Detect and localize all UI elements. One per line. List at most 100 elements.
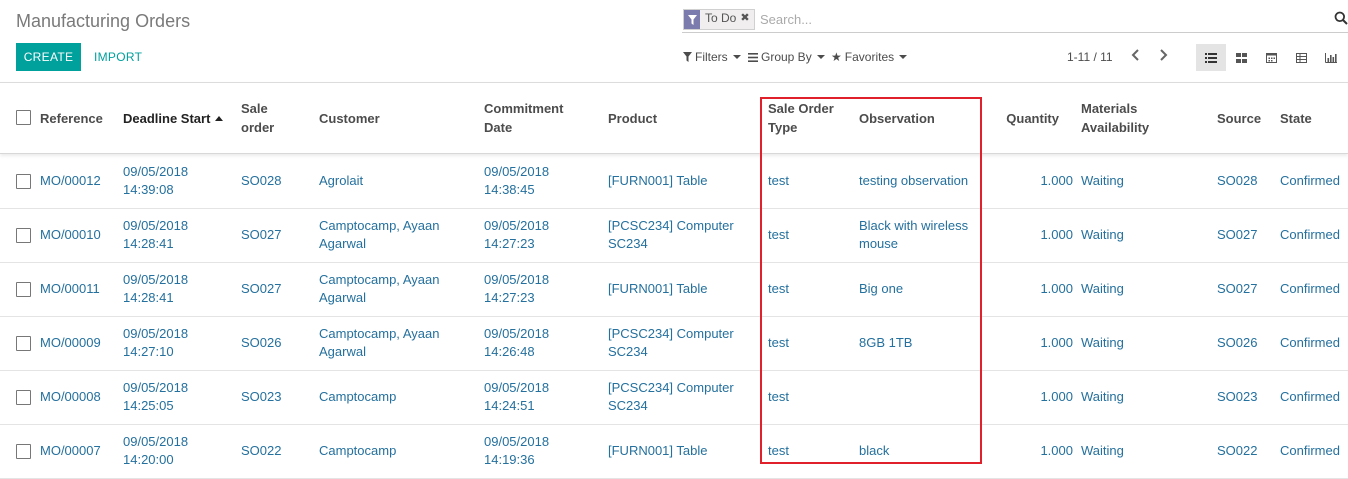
cell-quantity: 1.000 bbox=[1040, 173, 1073, 188]
deadline-time: 14:28:41 bbox=[123, 290, 174, 305]
cell-commitment-date: 09/05/2018 14:38:45 bbox=[484, 163, 549, 199]
select-all-checkbox[interactable] bbox=[16, 110, 31, 125]
page-title: Manufacturing Orders bbox=[16, 11, 191, 31]
column-header-source[interactable]: Source bbox=[1217, 109, 1261, 128]
caret-down-icon bbox=[816, 55, 825, 59]
cell-deadline-start: 09/05/2018 14:25:05 bbox=[123, 379, 188, 415]
pager-value[interactable]: 1-11 / 11 bbox=[1067, 50, 1113, 64]
commitment-label-1: Commitment bbox=[484, 101, 564, 116]
search-input[interactable] bbox=[760, 10, 1320, 28]
cell-state: Confirmed bbox=[1280, 335, 1340, 350]
cell-deadline-start: 09/05/2018 14:20:00 bbox=[123, 433, 188, 469]
list-view-icon[interactable] bbox=[1196, 44, 1226, 71]
cell-state: Confirmed bbox=[1280, 389, 1340, 404]
cell-deadline-start: 09/05/2018 14:39:08 bbox=[123, 163, 188, 199]
column-header-quantity[interactable]: Quantity bbox=[990, 109, 1059, 128]
product-line-1: [FURN001] Table bbox=[608, 281, 708, 296]
column-header-product[interactable]: Product bbox=[608, 109, 657, 128]
row-checkbox[interactable] bbox=[16, 174, 31, 189]
cell-customer: Camptocamp bbox=[319, 388, 396, 406]
row-checkbox[interactable] bbox=[16, 282, 31, 297]
table-row[interactable]: MO/00009 09/05/2018 14:27:10 SO026 Campto… bbox=[0, 316, 1348, 371]
filters-label: Filters bbox=[695, 50, 728, 64]
cell-state: Confirmed bbox=[1280, 173, 1340, 188]
commitment-date: 09/05/2018 bbox=[484, 326, 550, 341]
filter-icon bbox=[684, 10, 700, 29]
control-panel: Manufacturing Orders CREATE IMPORT To Do… bbox=[0, 0, 1348, 83]
filters-dropdown[interactable]: Filters bbox=[683, 50, 741, 64]
cell-sale-order: SO027 bbox=[241, 227, 282, 242]
cell-reference: MO/00007 bbox=[40, 443, 101, 458]
cell-materials-availability: Waiting bbox=[1081, 443, 1124, 458]
deadline-time: 14:39:08 bbox=[123, 182, 174, 197]
column-header-observation[interactable]: Observation bbox=[859, 109, 935, 128]
observation-line-1: testing observation bbox=[859, 173, 969, 188]
cell-sale-order-type: test bbox=[768, 173, 789, 188]
product-line-2: SC234 bbox=[608, 236, 648, 251]
customer-line-2: Agarwal bbox=[319, 290, 366, 305]
table-row[interactable]: MO/00007 09/05/2018 14:20:00 SO022 Campto… bbox=[0, 424, 1348, 479]
table-row[interactable]: MO/00011 09/05/2018 14:28:41 SO027 Campto… bbox=[0, 262, 1348, 317]
import-button[interactable]: IMPORT bbox=[94, 43, 142, 71]
favorites-dropdown[interactable]: ★ Favorites bbox=[831, 50, 908, 64]
materials-label-2: Availability bbox=[1081, 120, 1150, 135]
cell-sale-order-type: test bbox=[768, 389, 789, 404]
so-type-label-2: Type bbox=[768, 120, 798, 135]
column-header-sale-order[interactable]: Sale order bbox=[241, 99, 274, 137]
row-checkbox[interactable] bbox=[16, 336, 31, 351]
product-line-2: SC234 bbox=[608, 344, 648, 359]
kanban-view-icon[interactable] bbox=[1226, 44, 1256, 71]
cell-commitment-date: 09/05/2018 14:24:51 bbox=[484, 379, 549, 415]
chevron-right-icon[interactable] bbox=[1158, 48, 1168, 65]
cell-materials-availability: Waiting bbox=[1081, 227, 1124, 242]
cell-product: [PCSC234] Computer SC234 bbox=[608, 379, 734, 415]
cell-sale-order: SO028 bbox=[241, 173, 282, 188]
cell-reference: MO/00012 bbox=[40, 173, 101, 188]
create-button[interactable]: CREATE bbox=[16, 43, 81, 71]
product-line-1: [PCSC234] Computer bbox=[608, 218, 734, 233]
cell-product: [PCSC234] Computer SC234 bbox=[608, 325, 734, 361]
search-icon[interactable] bbox=[1334, 11, 1348, 28]
row-checkbox[interactable] bbox=[16, 228, 31, 243]
chevron-left-icon[interactable] bbox=[1131, 48, 1141, 65]
close-icon[interactable]: ✖ bbox=[740, 10, 753, 29]
customer-line-1: Agrolait bbox=[319, 173, 364, 188]
table-row[interactable]: MO/00008 09/05/2018 14:25:05 SO023 Campto… bbox=[0, 370, 1348, 425]
column-header-sale-order-type[interactable]: Sale Order Type bbox=[768, 99, 834, 137]
search-facet-to-do[interactable]: To Do ✖ bbox=[683, 9, 755, 30]
calendar-view-icon[interactable] bbox=[1256, 44, 1286, 71]
cell-source: SO027 bbox=[1217, 281, 1258, 296]
commitment-date: 09/05/2018 bbox=[484, 380, 550, 395]
sort-ascending-icon bbox=[215, 116, 224, 121]
cell-reference: MO/00009 bbox=[40, 335, 101, 350]
cell-customer: Camptocamp bbox=[319, 442, 396, 460]
cell-quantity: 1.000 bbox=[1040, 227, 1073, 242]
column-header-reference[interactable]: Reference bbox=[40, 109, 103, 128]
column-header-materials-availability[interactable]: Materials Availability bbox=[1081, 99, 1149, 137]
deadline-start-label: Deadline Start bbox=[123, 111, 211, 126]
table-row[interactable]: MO/00010 09/05/2018 14:28:41 SO027 Campto… bbox=[0, 208, 1348, 263]
groupby-dropdown[interactable]: Group By bbox=[748, 50, 825, 64]
sale-order-label-2: order bbox=[241, 120, 275, 135]
table-row[interactable]: MO/00012 09/05/2018 14:39:08 SO028 Agrola… bbox=[0, 154, 1348, 209]
deadline-date: 09/05/2018 bbox=[123, 326, 189, 341]
caret-down-icon bbox=[899, 55, 908, 59]
favorites-label: Favorites bbox=[844, 50, 895, 64]
pivot-view-icon[interactable] bbox=[1286, 44, 1316, 71]
row-checkbox[interactable] bbox=[16, 390, 31, 405]
column-header-deadline-start[interactable]: Deadline Start bbox=[123, 109, 224, 128]
sale-order-label-1: Sale bbox=[241, 101, 268, 116]
row-checkbox[interactable] bbox=[16, 444, 31, 459]
graph-view-icon[interactable] bbox=[1316, 44, 1346, 71]
cell-product: [FURN001] Table bbox=[608, 442, 707, 460]
cell-state: Confirmed bbox=[1280, 227, 1340, 242]
column-header-state[interactable]: State bbox=[1280, 109, 1312, 128]
customer-line-2: Agarwal bbox=[319, 236, 366, 251]
cell-customer: Camptocamp, Ayaan Agarwal bbox=[319, 325, 439, 361]
deadline-time: 14:25:05 bbox=[123, 398, 174, 413]
cell-source: SO027 bbox=[1217, 227, 1258, 242]
commitment-date: 09/05/2018 bbox=[484, 164, 550, 179]
column-header-customer[interactable]: Customer bbox=[319, 109, 380, 128]
commitment-date: 09/05/2018 bbox=[484, 434, 550, 449]
column-header-commitment-date[interactable]: Commitment Date bbox=[484, 99, 563, 137]
